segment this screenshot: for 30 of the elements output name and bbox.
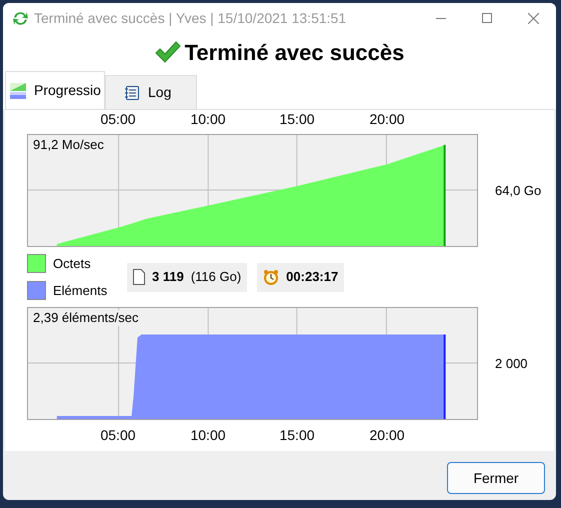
axis-value-label: 2 000	[495, 354, 528, 373]
document-icon	[133, 269, 145, 285]
legend-label: Eléments	[53, 282, 108, 300]
alarm-clock-icon	[263, 269, 280, 285]
chart-icon	[10, 82, 26, 98]
tab[interactable]: Progressio	[5, 71, 105, 109]
refresh-icon	[12, 10, 29, 26]
close-dialog-button[interactable]: Fermer	[447, 462, 545, 494]
maximize-icon	[482, 13, 492, 23]
checkmark-icon	[154, 41, 181, 63]
axis-value-label: 64,0 Go	[495, 182, 542, 200]
axis-tick-label: 20:00	[369, 426, 405, 444]
close-icon	[528, 12, 538, 24]
status-heading: Terminé avec succès	[184, 38, 404, 66]
stat-value: 00:23:17	[286, 268, 338, 286]
axis-tick-label: 15:00	[279, 426, 315, 444]
axis-tick-label: 15:00	[279, 110, 315, 128]
stat-detail: (116 Go)	[190, 268, 242, 286]
legend-label: Octets	[53, 254, 91, 272]
tab[interactable]: Log	[105, 75, 197, 109]
window-title: Terminé avec succès | Yves | 15/10/2021 13:51:51	[34, 8, 346, 28]
rate-label: 91,2 Mo/sec	[33, 137, 104, 153]
rate-label: 2,39 éléments/sec	[33, 310, 139, 326]
axis-tick-label: 05:00	[100, 110, 136, 128]
stat-value: 3 119	[152, 268, 184, 286]
axis-tick-label: 05:00	[100, 426, 136, 444]
notebook-icon	[124, 84, 140, 100]
axis-tick-label: 10:00	[190, 110, 226, 128]
axis-tick-label: 10:00	[190, 426, 226, 444]
axis-tick-label: 20:00	[369, 110, 405, 128]
